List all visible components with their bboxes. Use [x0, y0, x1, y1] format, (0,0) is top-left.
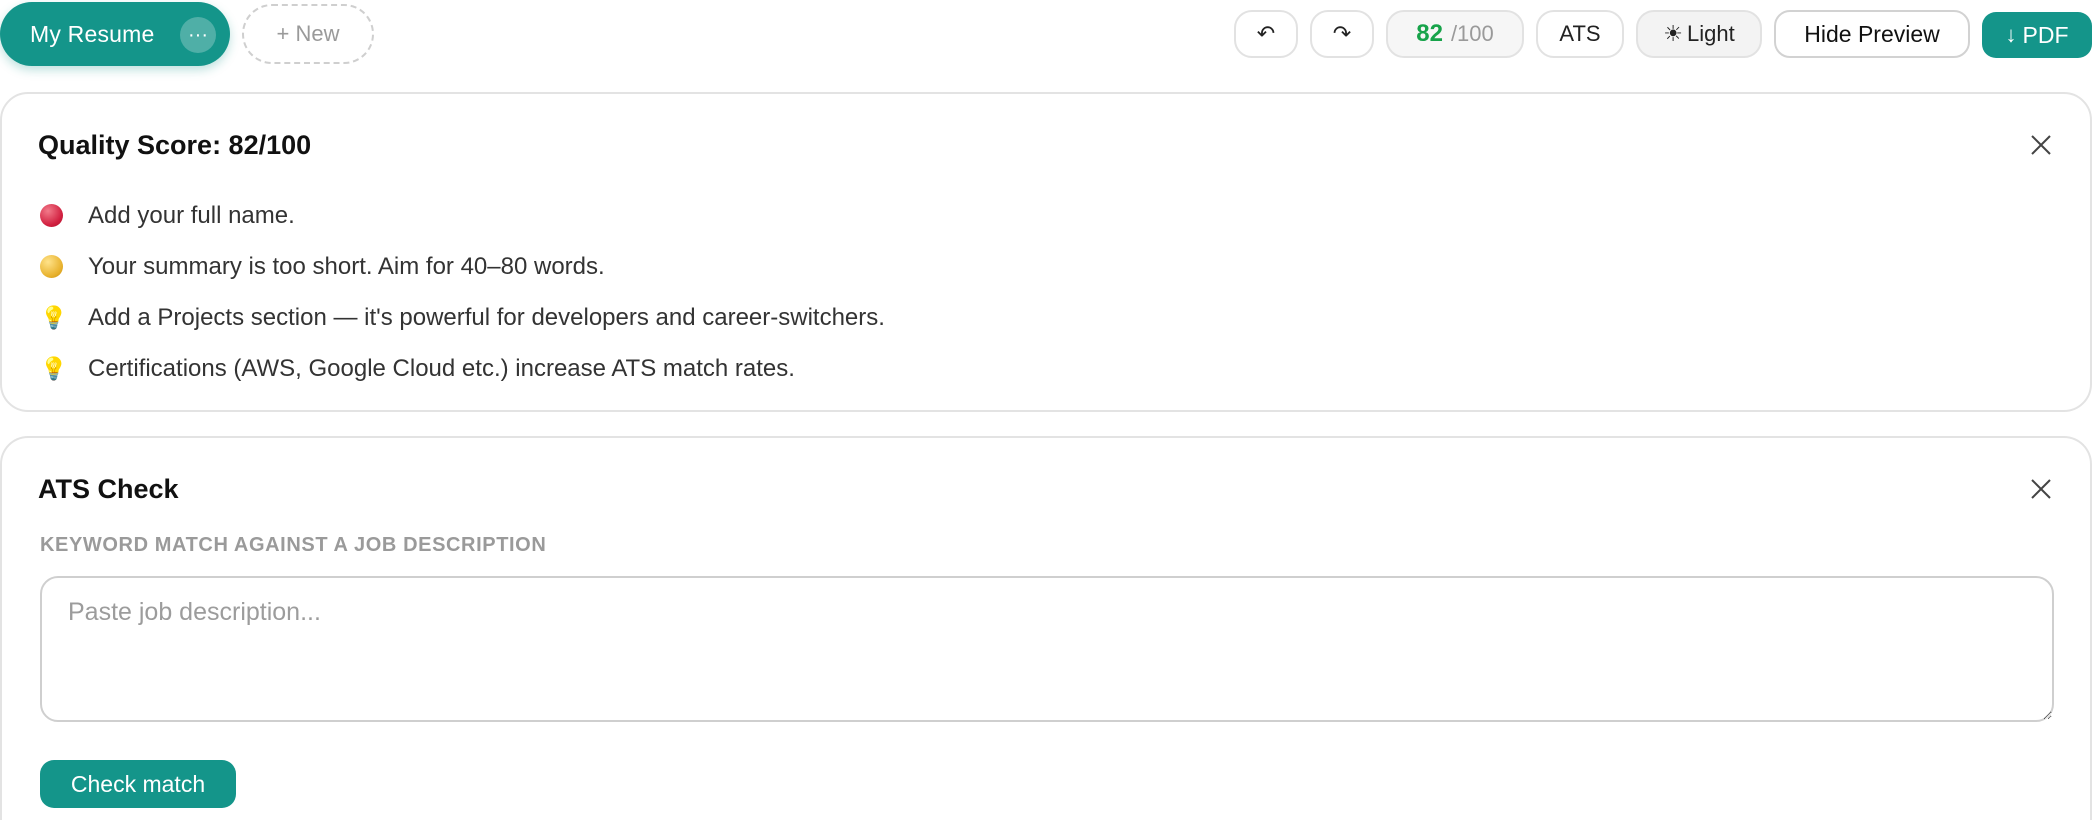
red-dot-icon — [40, 204, 63, 227]
quality-issue-item: Add your full name. — [40, 190, 885, 241]
close-quality-panel-button[interactable] — [2026, 130, 2056, 160]
quality-score-badge[interactable]: 82 /100 — [1386, 10, 1524, 58]
score-value: 82 — [1416, 20, 1443, 47]
quality-issue-list: Add your full name. Your summary is too … — [40, 190, 885, 394]
undo-icon: ↶ — [1256, 21, 1276, 46]
quality-issue-text: Your summary is too short. Aim for 40–80… — [88, 252, 605, 280]
redo-button[interactable]: ↷ — [1310, 10, 1374, 58]
resume-tab-label: My Resume — [30, 20, 155, 47]
close-ats-panel-button[interactable] — [2026, 474, 2056, 504]
quality-issue-text: Add a Projects section — it's powerful f… — [88, 303, 885, 331]
download-pdf-label: PDF — [2022, 21, 2069, 48]
quality-issue-item: Your summary is too short. Aim for 40–80… — [40, 241, 885, 292]
ats-button[interactable]: ATS — [1536, 10, 1624, 58]
new-resume-button[interactable]: + New — [242, 4, 374, 64]
download-icon: ↓ — [2005, 22, 2017, 47]
more-options-icon[interactable]: ··· — [180, 17, 216, 53]
sun-icon: ☀ — [1663, 21, 1683, 46]
undo-button[interactable]: ↶ — [1234, 10, 1298, 58]
quality-score-panel: Quality Score: 82/100 Add your full name… — [0, 92, 2092, 412]
lightbulb-icon: 💡 — [40, 355, 68, 381]
quality-score-title: Quality Score: 82/100 — [38, 130, 312, 160]
score-max: /100 — [1450, 21, 1494, 46]
ats-subtitle: KEYWORD MATCH AGAINST A JOB DESCRIPTION — [40, 534, 547, 556]
hide-preview-button[interactable]: Hide Preview — [1774, 10, 1970, 58]
redo-icon: ↷ — [1332, 21, 1352, 46]
download-pdf-button[interactable]: ↓ PDF — [1982, 12, 2092, 58]
close-icon — [2031, 135, 2051, 155]
check-match-button[interactable]: Check match — [40, 760, 236, 808]
ats-check-panel: ATS Check KEYWORD MATCH AGAINST A JOB DE… — [0, 436, 2092, 820]
quality-issue-text: Certifications (AWS, Google Cloud etc.) … — [88, 354, 795, 382]
quality-issue-item: 💡 Certifications (AWS, Google Cloud etc.… — [40, 343, 885, 394]
ats-check-title: ATS Check — [38, 474, 179, 504]
theme-toggle-button[interactable]: ☀ Light — [1636, 10, 1762, 58]
resume-tab[interactable]: My Resume ··· — [0, 2, 230, 66]
quality-issue-item: 💡 Add a Projects section — it's powerful… — [40, 292, 885, 343]
theme-toggle-label: Light — [1687, 21, 1735, 46]
top-toolbar: My Resume ··· + New ↶ ↷ 82 /100 ATS ☀ Li… — [0, 0, 2092, 70]
lightbulb-icon: 💡 — [40, 304, 68, 330]
yellow-dot-icon — [40, 255, 63, 278]
quality-issue-text: Add your full name. — [88, 201, 295, 229]
job-description-input[interactable] — [40, 576, 2054, 722]
close-icon — [2031, 479, 2051, 499]
